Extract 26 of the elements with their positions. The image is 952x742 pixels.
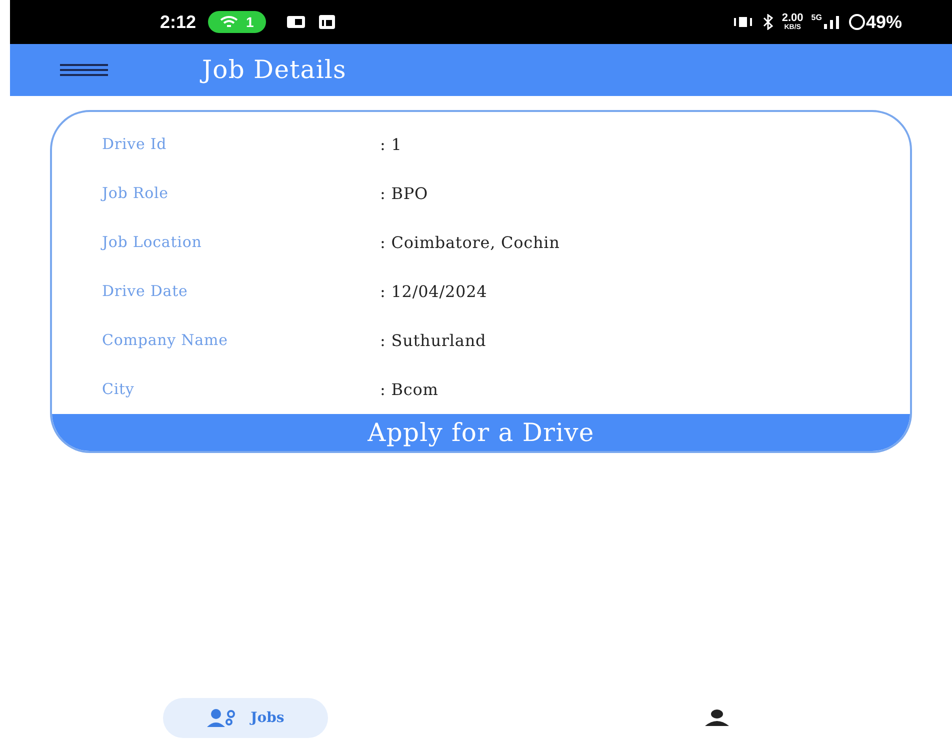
bluetooth-icon bbox=[762, 14, 774, 30]
apply-button[interactable]: Apply for a Drive bbox=[52, 414, 910, 451]
hotspot-badge: 1 bbox=[208, 11, 266, 33]
field-value: : 1 bbox=[380, 134, 402, 156]
status-time: 2:12 bbox=[160, 10, 196, 34]
person-icon bbox=[704, 709, 730, 727]
vibrate-icon bbox=[732, 15, 754, 29]
app-notification-icon bbox=[286, 14, 306, 30]
field-label: Drive Id bbox=[101, 134, 168, 156]
field-value: : BPO bbox=[380, 182, 428, 204]
battery-percent: 49% bbox=[866, 10, 902, 34]
page-title: Job Details bbox=[202, 51, 347, 89]
field-value: : Bcom bbox=[380, 378, 438, 400]
battery-icon bbox=[848, 13, 866, 31]
field-label: Job Role bbox=[100, 183, 170, 204]
field-label: Drive Date bbox=[101, 281, 189, 302]
network-speed: 2.00 bbox=[782, 13, 804, 24]
jobs-tab[interactable]: Jobs bbox=[162, 698, 328, 738]
field-value: : Coimbatore, Cochin bbox=[380, 232, 560, 254]
field-label: Company Name bbox=[101, 330, 229, 352]
menu-icon[interactable] bbox=[60, 63, 108, 77]
field-value: : Suthurland bbox=[380, 330, 486, 352]
network-type: 5G bbox=[811, 12, 822, 24]
field-value: : 12/04/2024 bbox=[380, 280, 488, 302]
field-label: Job Location bbox=[100, 232, 203, 254]
field-label: City bbox=[101, 379, 136, 400]
